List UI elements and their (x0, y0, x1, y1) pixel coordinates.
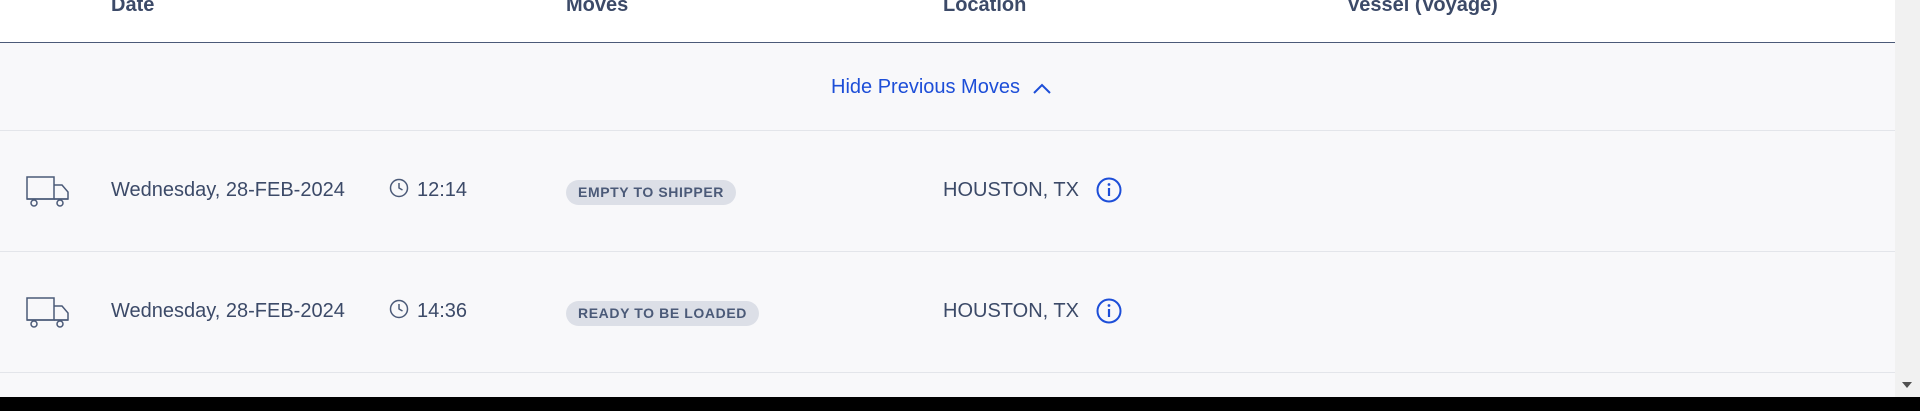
row-time: 12:14 (417, 179, 468, 201)
row-time: 14:36 (417, 300, 468, 322)
header-vessel: Vessel (Voyage) (1347, 0, 1498, 16)
hide-previous-moves-link[interactable]: Hide Previous Moves (831, 76, 1052, 99)
table-header: Date Moves Location Vessel (Voyage) (0, 0, 1895, 43)
header-location: Location (943, 0, 1027, 16)
header-moves: Moves (566, 0, 629, 16)
row-location: HOUSTON, TX (943, 300, 1079, 322)
row-date: Wednesday, 28-FEB-2024 (111, 179, 345, 201)
move-status-badge: READY TO BE LOADED (566, 301, 759, 326)
row-location: HOUSTON, TX (943, 179, 1079, 201)
clock-icon (389, 299, 409, 319)
scroll-down-arrow-icon[interactable] (1900, 380, 1914, 390)
vertical-scrollbar[interactable] (1895, 0, 1920, 397)
truck-icon (26, 297, 69, 328)
row-date: Wednesday, 28-FEB-2024 (111, 300, 345, 322)
info-icon[interactable] (1096, 298, 1122, 324)
info-icon[interactable] (1096, 177, 1122, 203)
moves-table: Date Moves Location Vessel (Voyage) Hide… (0, 0, 1895, 397)
table-row: Wednesday, 28-FEB-2024 12:14 EMPTY TO SH… (0, 131, 1895, 252)
header-date: Date (111, 0, 155, 16)
move-status-badge: EMPTY TO SHIPPER (566, 180, 737, 205)
chevron-up-icon (1033, 83, 1051, 94)
hide-previous-moves-label: Hide Previous Moves (831, 76, 1020, 98)
clock-icon (389, 178, 409, 198)
table-row: Wednesday, 28-FEB-2024 14:36 READY TO BE… (0, 252, 1895, 373)
hide-previous-row: Hide Previous Moves (0, 43, 1895, 131)
truck-icon (26, 176, 69, 207)
